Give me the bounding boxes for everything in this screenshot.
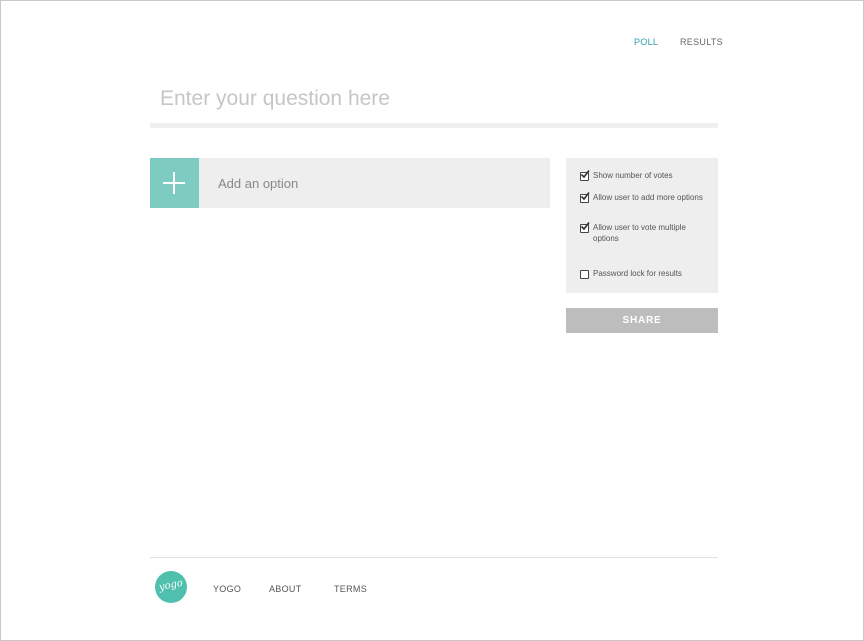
nav-results-link[interactable]: RESULTS [680,37,723,47]
setting-label: Allow user to add more options [593,193,703,202]
footer-link-yogo[interactable]: YOGO [213,584,241,594]
footer-link-terms[interactable]: TERMS [334,584,367,594]
yogo-logo[interactable]: yogo [155,571,187,603]
option-input[interactable] [208,158,538,208]
checkbox-show-votes[interactable] [580,170,590,181]
checkbox-password-lock[interactable] [580,270,589,279]
footer-divider [150,557,718,558]
question-input[interactable] [150,77,718,121]
plus-icon [163,172,185,194]
setting-label: Password lock for results [593,269,682,278]
nav-poll-link[interactable]: POLL [634,37,658,47]
setting-label: Allow user to vote multiple options [593,223,686,243]
checkmark-icon [580,192,590,201]
top-nav: POLL RESULTS [1,37,864,49]
option-row [150,158,550,208]
checkbox-add-options[interactable] [580,192,590,203]
setting-label: Show number of votes [593,171,673,180]
footer-link-about[interactable]: ABOUT [269,584,302,594]
settings-panel: Show number of votes Allow user to add m… [566,158,718,293]
share-button[interactable]: SHARE [566,308,718,333]
question-underline [150,123,718,128]
checkmark-icon [580,170,590,179]
logo-text: yogo [158,577,184,594]
add-option-button[interactable] [150,158,199,208]
checkbox-vote-multiple[interactable] [580,222,590,233]
checkmark-icon [580,222,590,231]
